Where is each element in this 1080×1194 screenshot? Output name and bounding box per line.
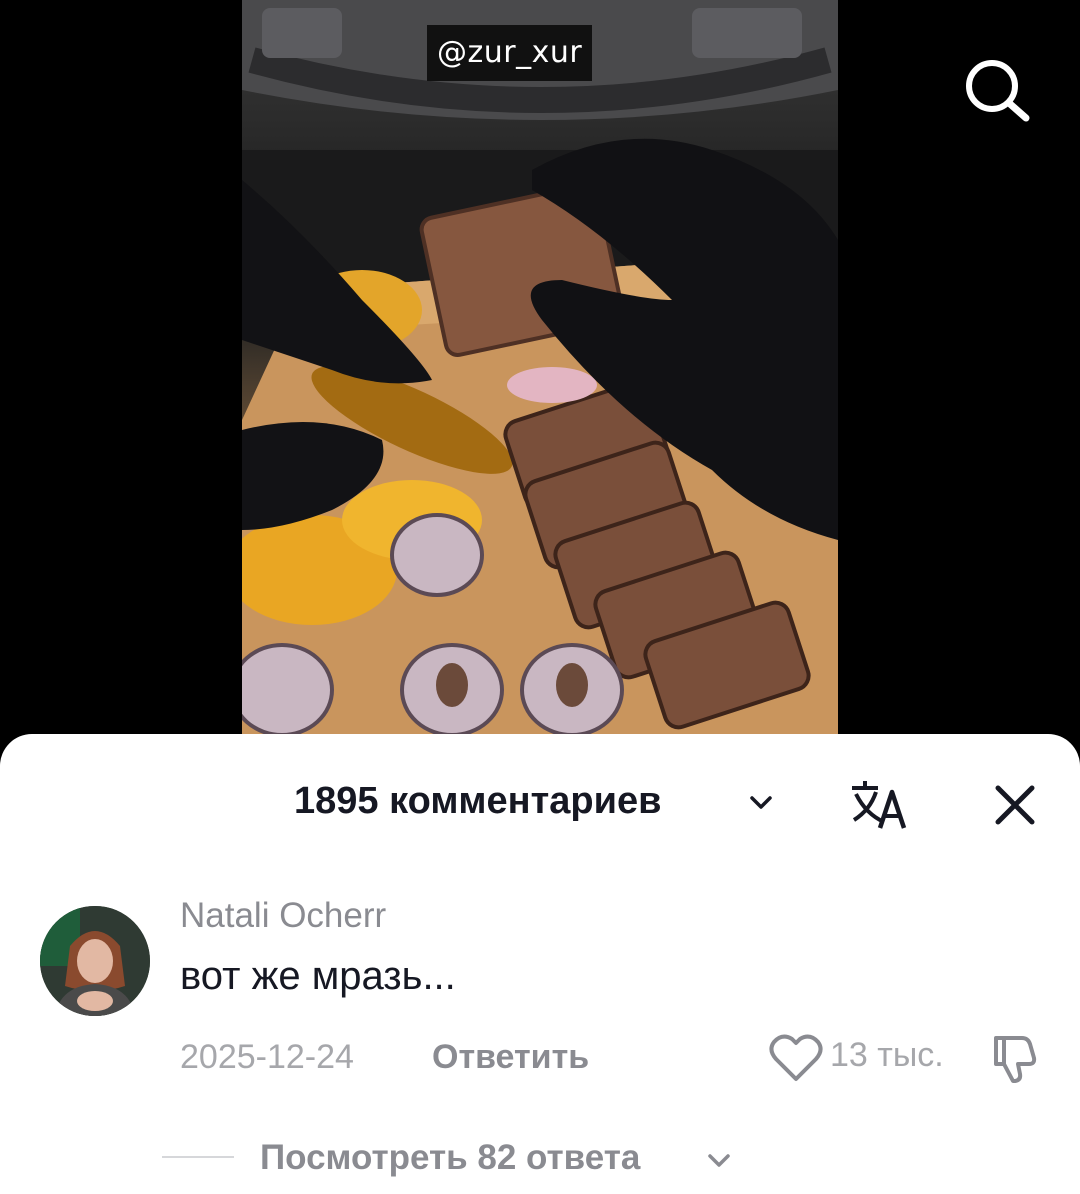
heart-icon: [769, 1034, 823, 1081]
view-replies[interactable]: Посмотреть 82 ответа: [0, 1130, 1080, 1190]
comment-text: вот же мразь...: [180, 954, 456, 998]
comment-date: 2025-12-24: [180, 1038, 354, 1076]
replies-divider: [162, 1156, 234, 1158]
close-button[interactable]: [990, 780, 1040, 830]
like-count: 13 тыс.: [830, 1036, 944, 1074]
translate-button[interactable]: [848, 778, 912, 834]
close-icon: [995, 785, 1035, 825]
view-replies-label[interactable]: Посмотреть 82 ответа: [260, 1138, 640, 1178]
like-button[interactable]: [768, 1032, 824, 1084]
comment-item: Natali Ocherr вот же мразь... 2025-12-24…: [0, 874, 1080, 1083]
creator-watermark: @zur_xur: [427, 25, 593, 81]
comments-header: 1895 комментариев: [0, 774, 1080, 834]
chevron-down-icon[interactable]: [706, 1152, 732, 1170]
search-button[interactable]: [962, 56, 1034, 128]
avatar-image: [40, 906, 150, 1016]
search-icon: [966, 60, 1030, 122]
comments-count-title[interactable]: 1895 комментариев: [294, 780, 661, 823]
dislike-button[interactable]: [988, 1030, 1044, 1086]
comment-username[interactable]: Natali Ocherr: [180, 896, 386, 936]
video-frame[interactable]: [242, 0, 838, 740]
comments-sheet: 1895 комментариев Natali Ocherr вот же м…: [0, 734, 1080, 1194]
chevron-down-icon[interactable]: [748, 794, 774, 812]
avatar[interactable]: [40, 906, 150, 1016]
reply-button[interactable]: Ответить: [432, 1038, 589, 1077]
video-player[interactable]: @zur_xur: [0, 0, 1080, 760]
thumbs-down-icon: [994, 1036, 1037, 1083]
video-scene-illustration: [242, 0, 838, 740]
translate-icon: [852, 781, 907, 829]
